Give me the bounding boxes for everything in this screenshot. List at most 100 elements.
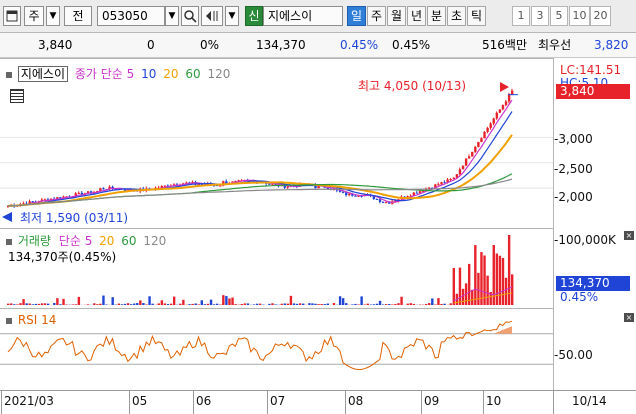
price-candle-153 bbox=[477, 142, 479, 147]
legend-marker-icon bbox=[6, 72, 12, 78]
period-tab-6[interactable]: 틱 bbox=[467, 6, 486, 26]
window-glyph bbox=[4, 7, 20, 25]
volume-bar-52 bbox=[167, 304, 169, 305]
legend-stock-name[interactable]: 지에스이 bbox=[18, 66, 68, 82]
window-icon[interactable] bbox=[3, 6, 21, 26]
volume-pane[interactable]: 거래량 단순 5 20 60 120 134,370주(0.45%) bbox=[0, 228, 553, 309]
volume-bar-128 bbox=[400, 297, 402, 305]
volume-bar-15 bbox=[53, 303, 55, 305]
stock-code-input[interactable]: 053050 bbox=[97, 6, 165, 26]
volume-bar-99 bbox=[311, 303, 313, 305]
price-candle-164 bbox=[511, 91, 513, 95]
code-dropdown-chevron-icon[interactable]: ▼ bbox=[165, 6, 179, 26]
price-candle-109 bbox=[342, 192, 344, 193]
volume-bar-18 bbox=[62, 299, 64, 305]
volume-bar-101 bbox=[317, 304, 319, 305]
volume-bar-29 bbox=[96, 304, 98, 305]
stock-code-value: 053050 bbox=[102, 9, 148, 23]
legend-ma20: 20 bbox=[163, 67, 178, 81]
volume-bar-46 bbox=[148, 296, 150, 305]
x-axis-label-2: 06 bbox=[196, 394, 211, 408]
price-chart[interactable] bbox=[0, 59, 553, 229]
rsi-y-tick: -50.00 bbox=[554, 348, 593, 362]
best-ask-label: 최우선 bbox=[538, 37, 571, 53]
price-candle-101 bbox=[317, 186, 319, 188]
period-tab-3[interactable]: 년 bbox=[407, 6, 426, 26]
volume-bar-102 bbox=[320, 304, 322, 305]
count-button-4[interactable]: 20 bbox=[590, 6, 611, 26]
stock-name-field[interactable]: 지에스이 bbox=[263, 6, 343, 26]
volume-bar-130 bbox=[407, 304, 409, 305]
volume-bar-7 bbox=[29, 303, 31, 305]
volume-bar-80 bbox=[253, 304, 255, 305]
period-tab-0[interactable]: 일 bbox=[347, 6, 366, 26]
volume-bar-145 bbox=[453, 268, 455, 305]
x-axis-separator-6 bbox=[483, 391, 484, 414]
price-legend: 지에스이 종가 단순 5 10 20 60 120 bbox=[6, 65, 230, 82]
volume-bar-16 bbox=[56, 298, 58, 305]
x-axis-separator-2 bbox=[193, 391, 194, 414]
volume-bar-4 bbox=[19, 303, 21, 305]
price-candle-159 bbox=[496, 113, 498, 119]
market-dropdown-chevron-icon[interactable]: ▼ bbox=[46, 6, 60, 26]
volume-bar-82 bbox=[259, 304, 261, 305]
volume-legend-ma-label: 단순 bbox=[59, 234, 81, 248]
volume-bar-28 bbox=[93, 303, 95, 305]
price-ma10-line bbox=[8, 112, 512, 207]
rsi-axis: × -50.00 bbox=[553, 308, 636, 390]
count-button-1[interactable]: 3 bbox=[531, 6, 549, 26]
grid-table-icon[interactable] bbox=[10, 89, 24, 103]
x-axis-separator-1 bbox=[129, 391, 130, 414]
x-axis-divider bbox=[553, 391, 554, 414]
volume-bar-9 bbox=[35, 304, 37, 305]
x-axis-label-5: 09 bbox=[424, 394, 439, 408]
stock-name-value: 지에스이 bbox=[268, 9, 312, 23]
jeon-button[interactable]: 전 bbox=[64, 6, 92, 26]
volume-y-tick-label: 100,000K bbox=[558, 233, 616, 247]
count-button-0[interactable]: 1 bbox=[512, 6, 530, 26]
volume-bar-150 bbox=[468, 264, 470, 305]
volume-bar-117 bbox=[367, 304, 369, 305]
volume-axis: -100,000K × 134,370 0.45% bbox=[553, 228, 636, 308]
market-select[interactable]: 주 bbox=[24, 6, 44, 26]
price-candle-110 bbox=[345, 192, 347, 195]
volume-bar-144 bbox=[450, 303, 452, 305]
search-icon[interactable] bbox=[181, 6, 199, 26]
count-button-3[interactable]: 10 bbox=[569, 6, 590, 26]
volume-bar-51 bbox=[164, 303, 166, 305]
volume-bar-103 bbox=[324, 304, 326, 305]
count-button-2[interactable]: 5 bbox=[550, 6, 568, 26]
prev-stock-icon[interactable] bbox=[201, 6, 223, 26]
volume-bar-64 bbox=[204, 304, 206, 305]
volume-bar-132 bbox=[413, 304, 415, 305]
volume-legend-ma120: 120 bbox=[143, 234, 166, 248]
volume-bar-39 bbox=[127, 303, 129, 305]
volume-close-icon[interactable]: × bbox=[624, 231, 634, 240]
rsi-pane[interactable]: RSI 14 bbox=[0, 308, 553, 391]
x-axis-label-1: 05 bbox=[132, 394, 147, 408]
volume-bar-3 bbox=[16, 304, 18, 305]
volume-bar-73 bbox=[231, 298, 233, 305]
period-tab-1[interactable]: 주 bbox=[367, 6, 386, 26]
volume-bar-38 bbox=[124, 304, 126, 305]
volume-bar-21 bbox=[72, 304, 74, 305]
volume-bar-92 bbox=[290, 296, 292, 305]
sin-badge[interactable]: 신 bbox=[245, 6, 263, 26]
volume-bar-112 bbox=[351, 304, 353, 305]
toolbar: 주 ▼ 전 053050 ▼ ▼ 신 지에스이 일주월년분초틱 1351020 bbox=[0, 0, 636, 33]
volume-bar-61 bbox=[194, 303, 196, 305]
price-candle-151 bbox=[471, 152, 473, 157]
period-tab-5[interactable]: 초 bbox=[447, 6, 466, 26]
x-axis-right-date: 10/14 bbox=[572, 394, 607, 408]
volume-bar-70 bbox=[222, 295, 224, 305]
lc-label: LC:141.51 bbox=[560, 63, 621, 77]
rsi-chart[interactable] bbox=[0, 309, 553, 391]
rsi-close-icon[interactable]: × bbox=[624, 313, 634, 322]
price-pane[interactable]: 지에스이 종가 단순 5 10 20 60 120 최고 4,050 (10/1… bbox=[0, 58, 553, 229]
volume-bar-60 bbox=[191, 304, 193, 305]
volume-bar-1 bbox=[10, 303, 12, 305]
period-tab-2[interactable]: 월 bbox=[387, 6, 406, 26]
period-tab-4[interactable]: 분 bbox=[427, 6, 446, 26]
next-stock-chevron-icon[interactable]: ▼ bbox=[225, 6, 239, 26]
price-candle-122 bbox=[382, 202, 384, 203]
